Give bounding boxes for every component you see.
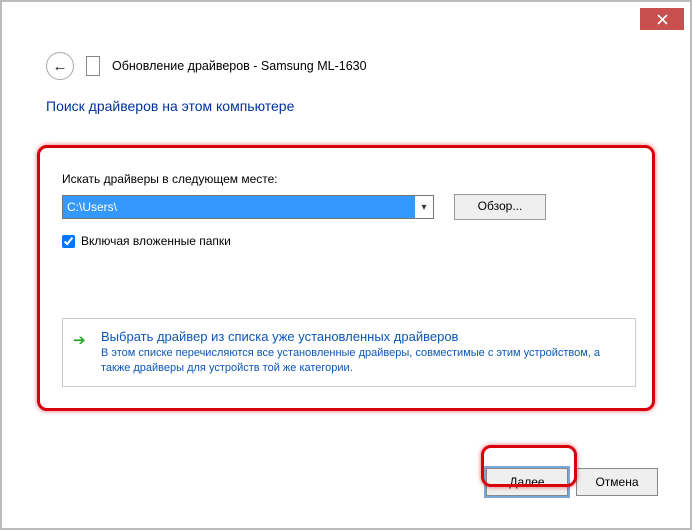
search-location-label: Искать драйверы в следующем месте: (62, 172, 646, 186)
page-heading: Поиск драйверов на этом компьютере (46, 98, 646, 114)
path-combobox[interactable]: C:\Users\ ocuments ▾ (62, 195, 434, 219)
path-mask (119, 197, 173, 217)
window-title: Обновление драйверов - Samsung ML-1630 (112, 59, 367, 73)
close-icon (657, 14, 668, 25)
titlebar (2, 2, 690, 48)
path-value: C:\Users\ ocuments (63, 196, 415, 218)
next-button[interactable]: Далее (486, 468, 568, 496)
browse-button[interactable]: Обзор... (454, 194, 546, 220)
window-frame: ← Обновление драйверов - Samsung ML-1630… (0, 0, 692, 530)
include-subfolders-label: Включая вложенные папки (81, 234, 231, 248)
device-icon (86, 56, 100, 76)
include-subfolders-input[interactable] (62, 235, 75, 248)
back-button[interactable]: ← (46, 52, 74, 80)
arrow-right-icon: ➔ (73, 331, 86, 349)
pick-from-list-option[interactable]: ➔ Выбрать драйвер из списка уже установл… (62, 318, 636, 387)
cancel-button[interactable]: Отмена (576, 468, 658, 496)
option-description: В этом списке перечисляются все установл… (101, 346, 625, 376)
back-arrow-icon: ← (53, 58, 68, 75)
close-button[interactable] (640, 8, 684, 30)
include-subfolders-checkbox[interactable]: Включая вложенные папки (62, 234, 646, 248)
chevron-down-icon: ▾ (415, 202, 433, 213)
option-title: Выбрать драйвер из списка уже установлен… (101, 329, 625, 344)
